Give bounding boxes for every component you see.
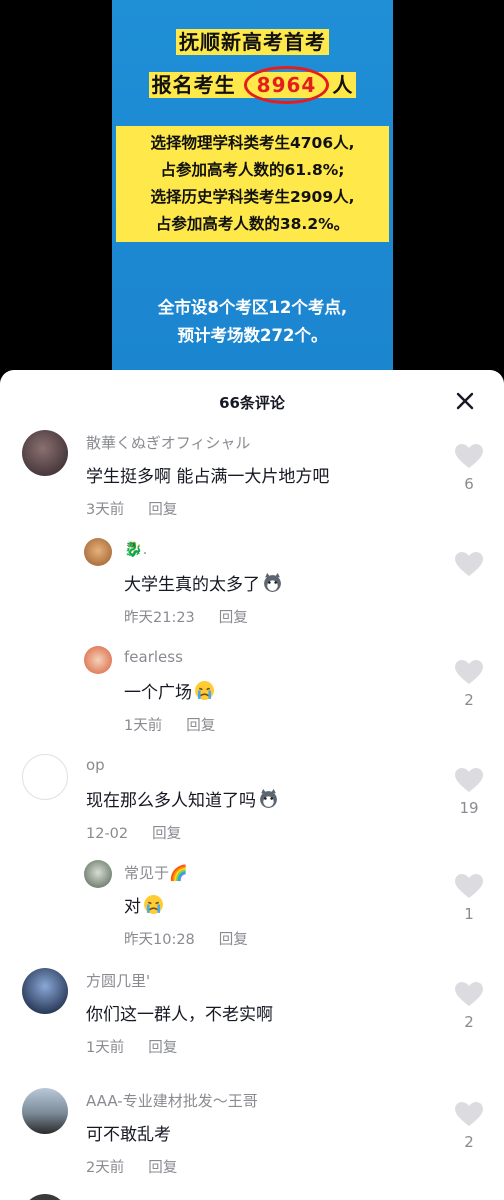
- comment-item: 方圆几里' 你们这一群人，不老实啊 1天前 回复 2: [0, 966, 504, 1066]
- comment-meta: 2天前 回复: [86, 1160, 178, 1176]
- avatar[interactable]: [22, 1088, 68, 1134]
- like-button[interactable]: 6: [454, 444, 484, 493]
- like-count: 2: [464, 1133, 474, 1151]
- like-button[interactable]: 2: [454, 982, 484, 1031]
- comment-meta: 1天前 回复: [124, 718, 216, 734]
- avatar[interactable]: [22, 968, 68, 1014]
- comment-item: 🐉. 大学生真的太多了 昨天21:23 回复: [0, 536, 504, 646]
- like-count: 2: [464, 1013, 474, 1031]
- comment-meta: 3天前 回复: [86, 502, 178, 518]
- comment-meta: 12-02 回复: [86, 826, 182, 842]
- like-button[interactable]: 2: [454, 1102, 484, 1151]
- reply-button[interactable]: 回复: [186, 718, 215, 734]
- like-button[interactable]: 2: [454, 660, 484, 709]
- reply-button[interactable]: 回复: [148, 1040, 177, 1056]
- comment-item: 常见于🌈 对 昨天10:28 回复 1: [0, 858, 504, 958]
- poster-line-1: 抚顺新高考首考: [112, 26, 393, 55]
- like-button[interactable]: 1: [454, 874, 484, 923]
- comment-sheet: 66条评论 散華くぬぎオフィシャル 学生挺多啊 能占满一大片地方吧 3天前 回复 …: [0, 370, 504, 1200]
- like-count: 6: [464, 475, 474, 493]
- reply-button[interactable]: 回复: [148, 1160, 177, 1176]
- husky-emoji: [264, 573, 281, 592]
- avatar[interactable]: [22, 430, 68, 476]
- sheet-header: 66条评论: [0, 370, 504, 432]
- comment-text: 现在那么多人知道了吗: [86, 786, 279, 811]
- heart-icon: [455, 552, 483, 576]
- crying-emoji: [195, 681, 214, 700]
- close-icon[interactable]: [454, 390, 476, 412]
- comment-username[interactable]: AAA-专业建材批发～王哥: [86, 1090, 258, 1111]
- reply-button[interactable]: 回复: [152, 826, 181, 842]
- heart-icon: [455, 1102, 483, 1126]
- video-poster: 抚顺新高考首考 报名考生 8964 人 选择物理学科类考生4706人, 占参加高考人…: [112, 0, 393, 378]
- avatar[interactable]: [84, 538, 112, 566]
- poster-facts: 选择物理学科类考生4706人, 占参加高考人数的61.8%; 选择历史学科类考生…: [116, 126, 389, 242]
- comment-username[interactable]: 常见于🌈: [124, 862, 188, 883]
- comment-text: 你们这一群人，不老实啊: [86, 1005, 273, 1025]
- comment-username[interactable]: fearless: [124, 648, 183, 666]
- comment-text: 对: [124, 892, 164, 917]
- avatar[interactable]: [84, 860, 112, 888]
- heart-icon: [455, 982, 483, 1006]
- comment-item: fearless 一个广场 1天前 回复 2: [0, 644, 504, 754]
- reply-button[interactable]: 回复: [148, 502, 177, 518]
- poster-line-2: 报名考生 8964 人: [112, 66, 393, 104]
- comment-text: 大学生真的太多了: [124, 570, 283, 595]
- heart-icon: [455, 660, 483, 684]
- reply-button[interactable]: 回复: [219, 610, 248, 626]
- reply-button[interactable]: 回复: [219, 932, 248, 948]
- fact-line: 选择物理学科类考生4706人,: [150, 134, 355, 152]
- comment-text: 可不敢乱考: [86, 1125, 171, 1145]
- fact-line: 占参加高考人数的38.2%。: [155, 215, 350, 233]
- comment-count-title: 66条评论: [219, 394, 285, 412]
- husky-emoji: [260, 789, 277, 808]
- comment-username[interactable]: 方圆几里': [86, 970, 150, 991]
- fact-line: 占参加高考人数的61.8%;: [160, 161, 345, 179]
- poster-footer-1: 全市设8个考区12个考点,: [157, 298, 348, 317]
- video-player[interactable]: 抚顺新高考首考 报名考生 8964 人 选择物理学科类考生4706人, 占参加高考人…: [0, 0, 504, 378]
- comment-item: AAA-专业建材批发～王哥 可不敢乱考 2天前 回复 2: [0, 1086, 504, 1186]
- like-count: 19: [459, 799, 479, 817]
- highlighted-number: 8964: [243, 66, 330, 104]
- comment-username[interactable]: 散華くぬぎオフィシャル: [86, 432, 250, 453]
- avatar[interactable]: [22, 754, 68, 800]
- like-button[interactable]: 19: [454, 768, 484, 817]
- comment-meta: 昨天21:23 回复: [124, 610, 248, 626]
- like-count: 1: [464, 905, 474, 923]
- comment-username[interactable]: 🐉.: [124, 540, 147, 558]
- fact-line: 选择历史学科类考生2909人,: [150, 188, 355, 206]
- heart-icon: [455, 768, 483, 792]
- comment-text: 学生挺多啊 能占满一大片地方吧: [86, 467, 330, 487]
- heart-icon: [455, 874, 483, 898]
- like-button[interactable]: [454, 552, 484, 583]
- comment-meta: 1天前 回复: [86, 1040, 178, 1056]
- poster-footer-2: 预计考场数272个。: [177, 326, 328, 345]
- comment-item: 散華くぬぎオフィシャル 学生挺多啊 能占满一大片地方吧 3天前 回复 6: [0, 428, 504, 538]
- comment-meta: 昨天10:28 回复: [124, 932, 248, 948]
- comment-text: 一个广场: [124, 678, 215, 703]
- avatar[interactable]: [22, 1194, 68, 1200]
- crying-emoji: [144, 895, 163, 914]
- comment-item: op 现在那么多人知道了吗 12-02 回复 19: [0, 752, 504, 852]
- avatar[interactable]: [84, 646, 112, 674]
- comment-username[interactable]: op: [86, 756, 105, 774]
- like-count: 2: [464, 691, 474, 709]
- heart-icon: [455, 444, 483, 468]
